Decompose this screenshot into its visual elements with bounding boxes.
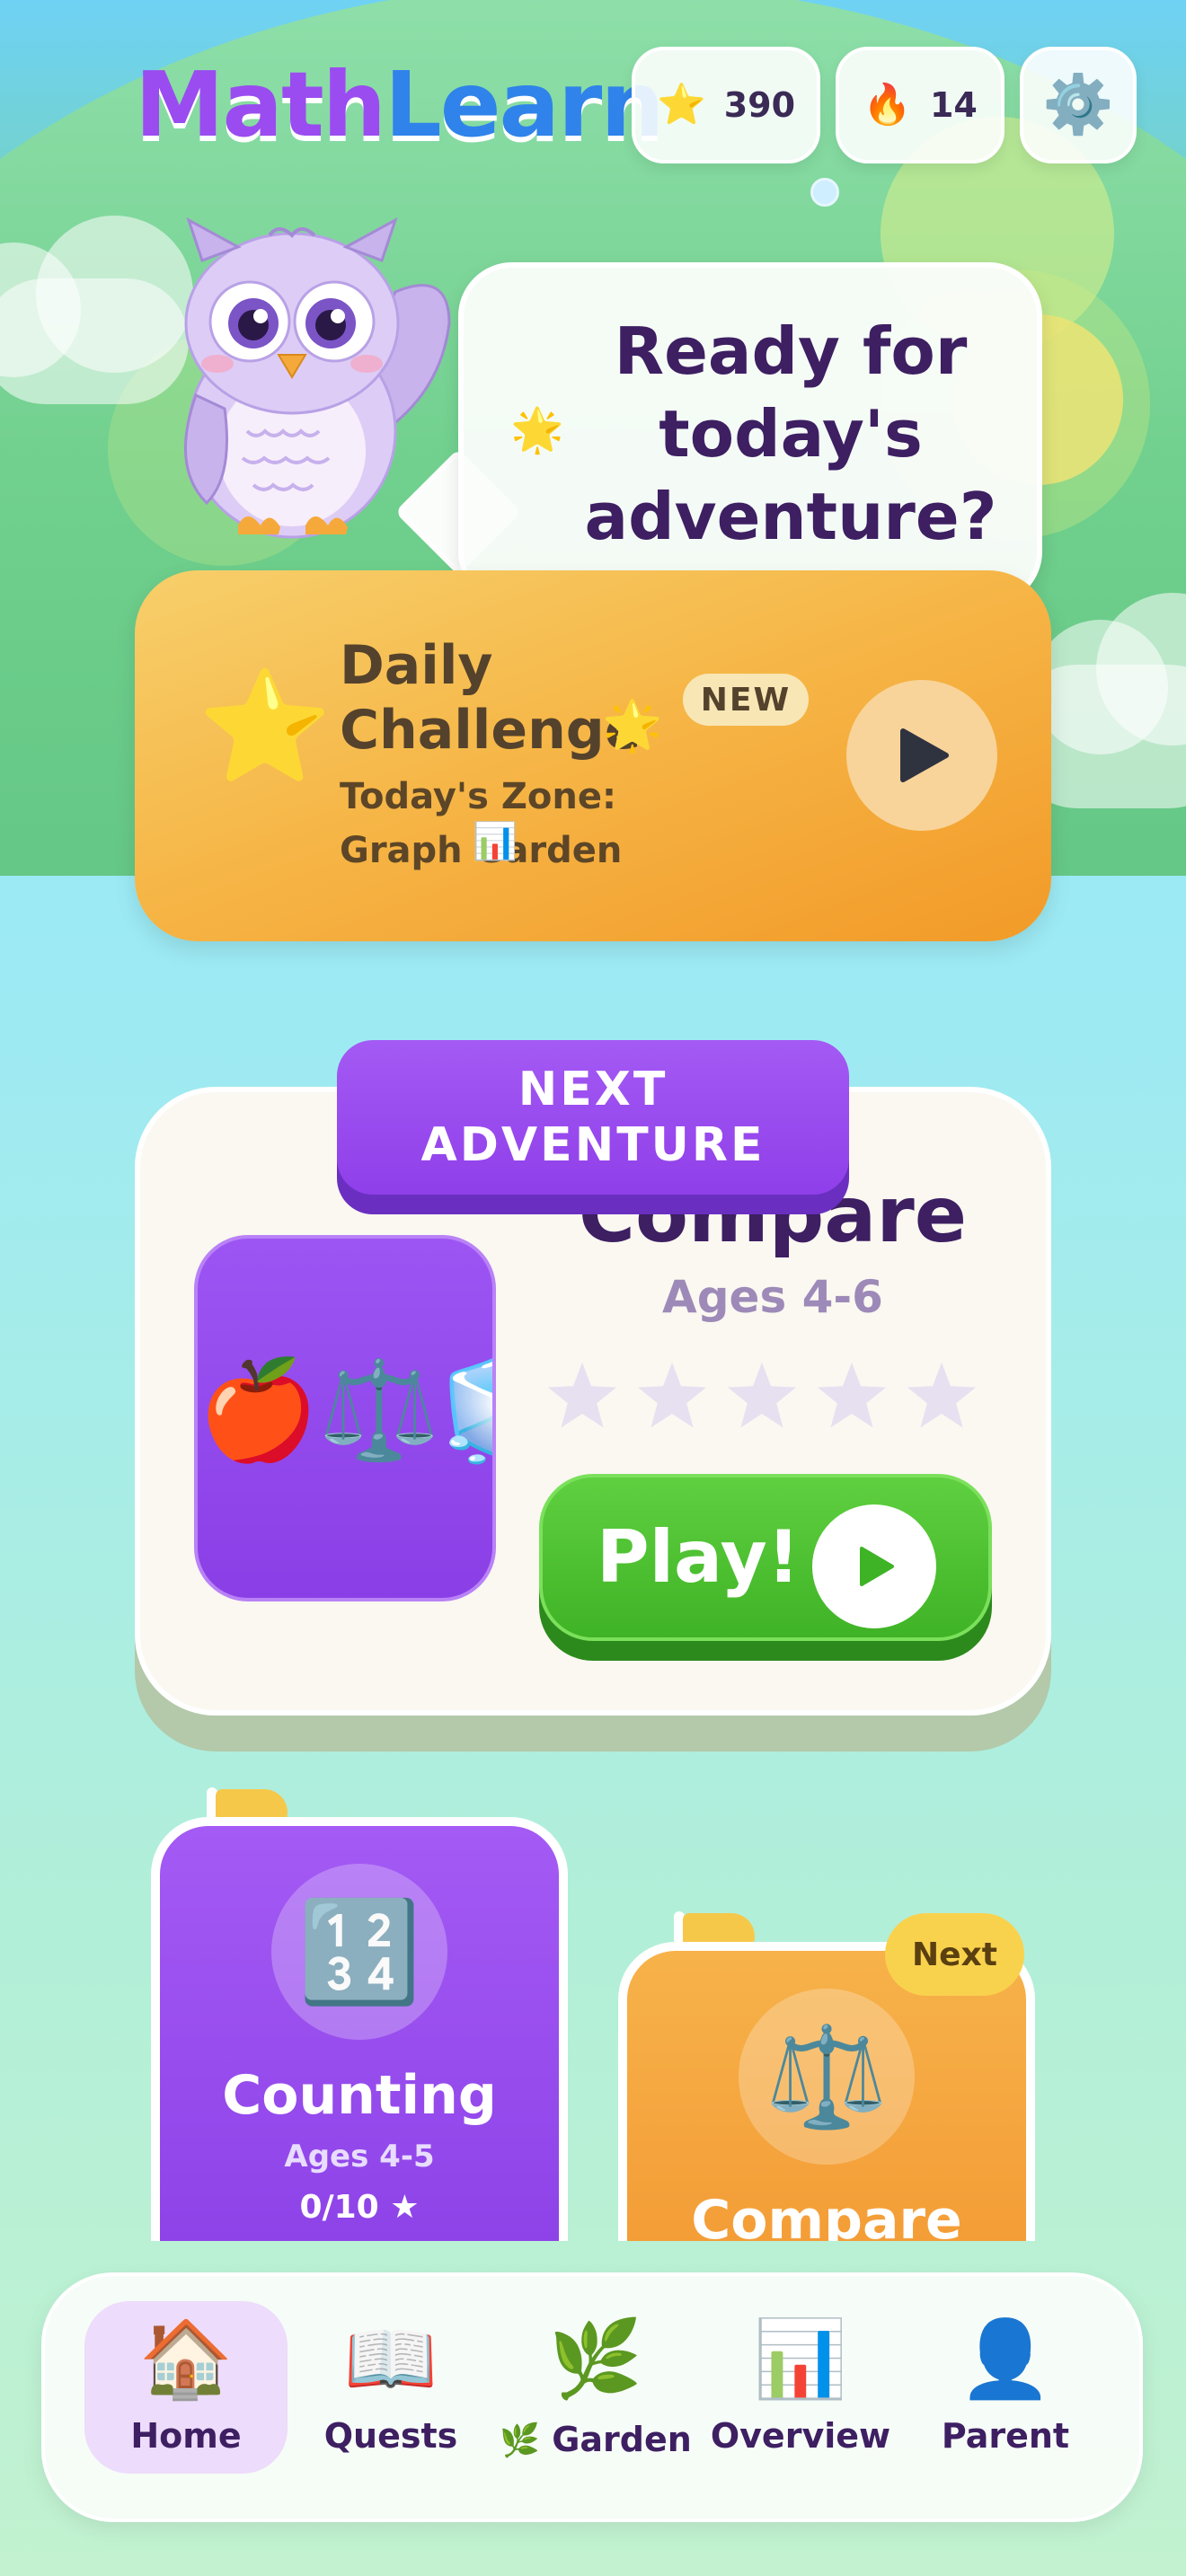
daily-challenge-play-button[interactable] xyxy=(846,680,997,831)
play-icon xyxy=(860,1547,894,1586)
rating-star-icon xyxy=(728,1363,796,1428)
daily-challenge-title: Daily Challenge xyxy=(340,634,642,762)
play-icon-circle xyxy=(812,1504,936,1628)
adventure-ages: Ages 4-6 xyxy=(662,1271,883,1323)
nav-label: Quests xyxy=(323,2416,458,2456)
scales-icon: ⚖️ xyxy=(318,1354,439,1467)
nav-label-garden: Garden xyxy=(552,2420,692,2459)
bottom-nav: 🏠 Home 📖 Quests 🌿 🌿 Garden 📊 Overview 👤 … xyxy=(41,2272,1143,2522)
nav-label: Home xyxy=(130,2416,242,2456)
book-icon: 📖 xyxy=(343,2315,438,2403)
stars-counter[interactable]: ⭐ 390 xyxy=(632,47,820,163)
skill-card-counting[interactable]: 🔢 Counting Ages 4-5 0/10 ★ xyxy=(151,1817,568,2241)
app-logo: MathLearn xyxy=(135,56,665,154)
bubble-decoration xyxy=(810,178,839,207)
settings-button[interactable]: ⚙️ xyxy=(1020,47,1137,163)
person-icon: 👤 xyxy=(958,2315,1053,2403)
numbers-1234-icon: 🔢 xyxy=(271,1864,447,2040)
skill-ages: Ages 4-5 xyxy=(284,2139,435,2175)
daily-challenge-subtitle: Today's Zone: Graph Garden xyxy=(340,776,623,871)
new-badge: NEW xyxy=(683,674,809,726)
streak-counter[interactable]: 🔥 14 xyxy=(836,47,1005,163)
nav-item-quests[interactable]: 📖 Quests xyxy=(289,2301,492,2474)
play-icon xyxy=(900,728,949,782)
apple-icon: 🍎 xyxy=(198,1354,319,1467)
nav-label: Overview xyxy=(710,2416,891,2456)
next-adventure-tab: NEXT ADVENTURE xyxy=(337,1040,849,1195)
skill-name: Counting xyxy=(222,2064,497,2127)
streak-count: 14 xyxy=(929,85,978,125)
nav-item-home[interactable]: 🏠 Home xyxy=(84,2301,288,2474)
play-button-label: Play! xyxy=(597,1515,801,1599)
greeting-text: Ready for today's adventure? xyxy=(584,313,997,554)
nav-item-overview[interactable]: 📊 Overview xyxy=(699,2301,902,2474)
adventure-star-rating xyxy=(548,1363,976,1428)
herb-icon: 🌿 xyxy=(548,2315,643,2403)
logo-word-learn: Learn xyxy=(385,52,665,157)
rating-star-icon xyxy=(818,1363,886,1428)
adventure-thumbnail[interactable]: 🍎⚖️🧊 xyxy=(194,1235,496,1601)
gear-icon: ⚙️ xyxy=(1042,72,1114,138)
bar-chart-icon: 📊 xyxy=(753,2315,848,2403)
rating-star-icon xyxy=(907,1363,976,1428)
bar-chart-icon: 📊 xyxy=(473,821,518,862)
herb-icon: 🌿 xyxy=(500,2422,540,2459)
logo-word-math: Math xyxy=(135,52,386,157)
sparkle-icon: 🌟 xyxy=(602,697,663,754)
house-icon: 🏠 xyxy=(138,2315,234,2403)
nav-label: 🌿 Garden xyxy=(494,2420,697,2459)
star-icon: ⭐ xyxy=(198,665,332,790)
thumbnail-icons: 🍎⚖️🧊 xyxy=(198,1363,492,1460)
nav-item-parent[interactable]: 👤 Parent xyxy=(904,2301,1107,2474)
daily-challenge-card[interactable]: ⭐ Daily Challenge 🌟 NEW Today's Zone: Gr… xyxy=(135,570,1051,941)
nav-item-garden[interactable]: 🌿 🌿 Garden xyxy=(494,2301,697,2474)
next-badge: Next xyxy=(885,1913,1024,1996)
rating-star-icon xyxy=(638,1363,706,1428)
fire-icon: 🔥 xyxy=(863,82,912,128)
rating-star-icon xyxy=(548,1363,616,1428)
skill-progress-text: 0/10 ★ xyxy=(299,2189,420,2226)
ice-cube-icon: 🧊 xyxy=(439,1354,492,1467)
skill-name: Compare xyxy=(691,2189,962,2241)
skill-cards-row: 🔢 Counting Ages 4-5 0/10 ★ ⚖️ Compare xyxy=(0,1760,1186,2241)
nav-label: Parent xyxy=(941,2416,1070,2456)
star-icon: ⭐ xyxy=(656,82,706,128)
stars-count: 390 xyxy=(723,85,796,125)
sparkle-icon: 🌟 xyxy=(510,405,564,455)
play-button[interactable]: Play! xyxy=(539,1474,992,1641)
scales-icon: ⚖️ xyxy=(739,1989,915,2165)
